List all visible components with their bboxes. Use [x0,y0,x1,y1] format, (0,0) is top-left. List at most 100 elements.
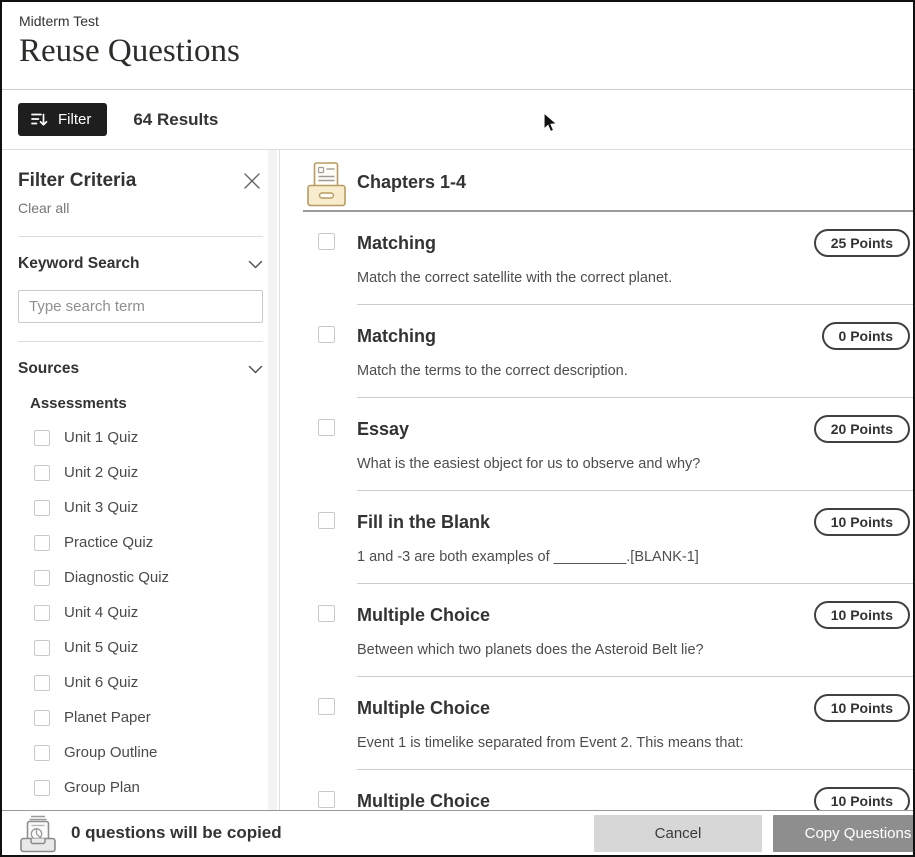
source-label: Diagnostic Quiz [64,569,169,586]
question-row: Multiple Choice 10 Points Event 1 is tim… [280,677,913,770]
source-filter-item: Unit 4 Quiz [34,604,263,621]
keyword-search-label: Keyword Search [18,255,139,273]
source-filter-item: Diagnostic Quiz [34,569,263,586]
question-checkbox[interactable] [318,326,335,343]
source-group-title: Chapters 1-4 [357,172,466,193]
question-checkbox[interactable] [318,698,335,715]
points-badge: 10 Points [814,787,910,812]
sources-label: Sources [18,360,79,378]
question-list: Matching 25 Points Match the correct sat… [280,212,913,812]
source-checkbox[interactable] [34,780,50,796]
copy-questions-button[interactable]: Copy Questions [773,815,915,852]
context-title: Midterm Test [19,13,896,29]
clear-all-link[interactable]: Clear all [18,200,69,216]
filter-bar: Filter 64 Results [2,90,913,150]
question-text: 1 and -3 are both examples of _________.… [357,549,913,565]
sidebar-scrollbar[interactable] [268,150,277,812]
sidebar-divider [18,236,263,237]
source-label: Group Plan [64,779,140,796]
question-checkbox[interactable] [318,791,335,808]
search-input[interactable] [18,290,263,323]
source-checkbox[interactable] [34,745,50,761]
copy-status-text: 0 questions will be copied [71,823,282,843]
source-filter-item: Group Plan [34,779,263,796]
assessment-archive-icon [306,161,347,213]
source-filter-item: Unit 2 Quiz [34,464,263,481]
question-row: Essay 20 Points What is the easiest obje… [280,398,913,491]
source-group-header: Chapters 1-4 [280,150,913,212]
question-row: Matching 0 Points Match the terms to the… [280,305,913,398]
assessments-group-label: Assessments [30,395,263,412]
source-checkbox[interactable] [34,640,50,656]
sidebar-divider [18,341,263,342]
points-badge: 10 Points [814,694,910,722]
source-checkbox[interactable] [34,430,50,446]
source-checkbox[interactable] [34,500,50,516]
filter-button-label: Filter [58,111,91,128]
question-checkbox[interactable] [318,233,335,250]
source-label: Unit 6 Quiz [64,674,138,691]
question-text: Event 1 is timelike separated from Event… [357,735,913,751]
source-checkbox[interactable] [34,605,50,621]
source-filter-item: Unit 1 Quiz [34,429,263,446]
cancel-button[interactable]: Cancel [594,815,762,852]
question-results-panel: Chapters 1-4 Matching 25 Points Match th… [280,150,913,812]
sources-section-toggle[interactable]: Sources [18,360,263,378]
keyword-search-section-toggle[interactable]: Keyword Search [18,255,263,273]
source-checkbox[interactable] [34,465,50,481]
filter-icon [30,111,49,128]
source-label: Unit 1 Quiz [64,429,138,446]
question-text: Between which two planets does the Aster… [357,642,913,658]
dialog-header: Midterm Test Reuse Questions [2,2,913,90]
question-type: Fill in the Blank [357,512,490,533]
source-label: Unit 2 Quiz [64,464,138,481]
filter-button[interactable]: Filter [18,103,107,136]
question-type: Multiple Choice [357,698,490,719]
source-label: Unit 5 Quiz [64,639,138,656]
source-checkbox[interactable] [34,535,50,551]
dialog-footer: 0 questions will be copied Cancel Copy Q… [2,810,913,855]
question-text: Match the correct satellite with the cor… [357,270,913,286]
reuse-questions-dialog: Midterm Test Reuse Questions Filter 64 R… [0,0,915,857]
source-label: Planet Paper [64,709,151,726]
question-text: Match the terms to the correct descripti… [357,363,913,379]
question-row: Matching 25 Points Match the correct sat… [280,212,913,305]
source-filter-item: Planet Paper [34,709,263,726]
close-icon[interactable] [241,170,263,192]
points-badge: 0 Points [822,322,910,350]
question-type: Matching [357,326,436,347]
question-row: Multiple Choice 10 Points [280,770,913,812]
source-checkbox[interactable] [34,710,50,726]
source-label: Unit 3 Quiz [64,499,138,516]
points-badge: 25 Points [814,229,910,257]
question-checkbox[interactable] [318,605,335,622]
chevron-down-icon [248,365,263,374]
source-filter-item: Practice Quiz [34,534,263,551]
chevron-down-icon [248,260,263,269]
source-filter-item: Unit 5 Quiz [34,639,263,656]
question-text: What is the easiest object for us to obs… [357,456,913,472]
source-filter-item: Group Outline [34,744,263,761]
source-label: Practice Quiz [64,534,153,551]
question-row: Multiple Choice 10 Points Between which … [280,584,913,677]
question-checkbox[interactable] [318,512,335,529]
filter-criteria-title: Filter Criteria [18,170,136,192]
source-checkbox[interactable] [34,675,50,691]
points-badge: 10 Points [814,601,910,629]
source-filter-item: Unit 6 Quiz [34,674,263,691]
question-checkbox[interactable] [318,419,335,436]
question-row: Fill in the Blank 10 Points 1 and -3 are… [280,491,913,584]
source-filter-item: Unit 3 Quiz [34,499,263,516]
points-badge: 10 Points [814,508,910,536]
results-count: 64 Results [133,110,218,130]
source-checkbox[interactable] [34,570,50,586]
copy-status-icon [18,813,58,854]
source-label: Group Outline [64,744,157,761]
filter-sidebar: Filter Criteria Clear all Keyword Search… [2,150,280,812]
page-title: Reuse Questions [19,33,896,70]
source-label: Unit 4 Quiz [64,604,138,621]
question-type: Matching [357,233,436,254]
sources-list: Unit 1 Quiz Unit 2 Quiz Unit 3 Quiz [18,429,263,796]
dialog-body: Filter Criteria Clear all Keyword Search… [2,150,913,812]
question-type: Essay [357,419,409,440]
